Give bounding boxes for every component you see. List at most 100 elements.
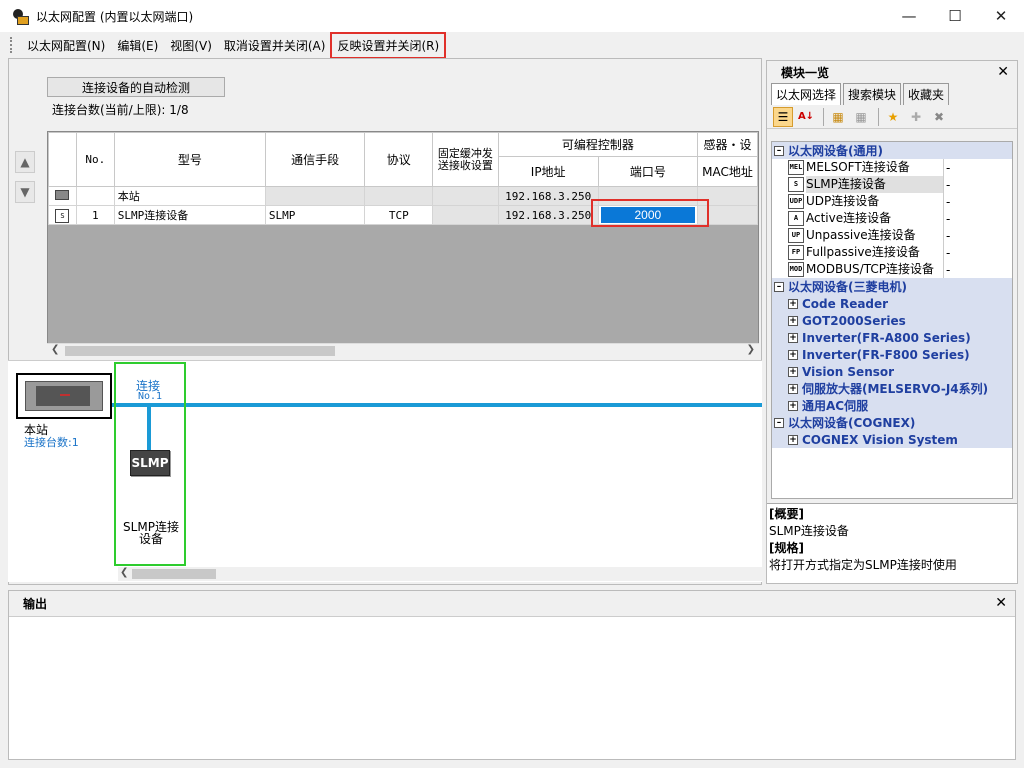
expand-icon[interactable]: +	[788, 366, 798, 377]
fullpassive-icon: FP	[788, 245, 804, 260]
col-header-protocol[interactable]: 协议	[364, 132, 434, 187]
list-item[interactable]: A Active连接设备 -	[772, 210, 1012, 227]
module-list-header: 模块一览 ✕	[767, 61, 1017, 83]
subcategory-item[interactable]: + Inverter(FR-A800 Series)	[772, 329, 1012, 346]
toolbar-grip-icon[interactable]	[10, 37, 14, 53]
close-icon[interactable]: ✕	[995, 595, 1007, 611]
module-list-toolbar: ☰ A↓ ▦ ▦ ★ ✚ ✖	[767, 105, 1017, 129]
move-up-icon[interactable]: ▲	[15, 151, 35, 173]
output-pane: 输出 ✕	[8, 590, 1016, 760]
sort-category-icon[interactable]: ☰	[773, 106, 793, 127]
close-button[interactable]: ✕	[978, 0, 1024, 32]
auto-detect-button[interactable]: 连接设备的自动检测	[47, 77, 225, 97]
subcategory-item[interactable]: + GOT2000Series	[772, 312, 1012, 329]
close-icon[interactable]: ✕	[997, 64, 1009, 80]
list-item[interactable]: FP Fullpassive连接设备 -	[772, 244, 1012, 261]
slmp-icon: S	[788, 177, 804, 192]
grid-horizontal-scrollbar[interactable]: ❮ ❯	[47, 343, 759, 357]
subcategory-item[interactable]: + Inverter(FR-F800 Series)	[772, 346, 1012, 363]
menu-ethernet-config[interactable]: 以太网配置(N)	[22, 34, 110, 57]
col-header-no[interactable]: No.	[75, 132, 115, 187]
maximize-button[interactable]: ☐	[932, 0, 978, 32]
diagram-horizontal-scrollbar[interactable]: ❮	[118, 567, 762, 581]
subcategory-label: 伺服放大器(MELSERVO-J4系列)	[802, 382, 989, 396]
add-favorite-icon[interactable]: ✚	[906, 107, 926, 127]
col-header-model[interactable]: 型号	[113, 132, 266, 187]
list-item[interactable]: UDP UDP连接设备 -	[772, 193, 1012, 210]
list-item[interactable]: S SLMP连接设备 -	[772, 176, 1012, 193]
menu-cancel-close[interactable]: 取消设置并关闭(A)	[219, 34, 331, 57]
col-header-fixed-buffer[interactable]: 固定缓冲发送接收设置	[432, 132, 499, 187]
toolbar-separator	[823, 107, 824, 126]
expand-icon[interactable]: +	[788, 298, 798, 309]
expand-icon[interactable]: +	[788, 434, 798, 445]
menu-bar: 以太网配置(N) 编辑(E) 视图(V) 取消设置并关闭(A) 反映设置并关闭(…	[0, 31, 1024, 59]
tab-ethernet-select[interactable]: 以太网选择	[771, 83, 842, 105]
favorite-star-icon[interactable]: ★	[883, 107, 903, 127]
col-header-ip[interactable]: IP地址	[497, 156, 599, 187]
overview-label: [概要]	[769, 507, 804, 521]
cell-comm[interactable]: SLMP	[264, 205, 366, 225]
cell-protocol	[364, 186, 434, 206]
cell-protocol[interactable]: TCP	[364, 205, 434, 225]
host-station-icon	[48, 186, 77, 206]
host-connection-count: 连接台数:1	[24, 436, 79, 449]
col-header-comm[interactable]: 通信手段	[264, 132, 366, 187]
item-label: Unpassive连接设备	[806, 227, 944, 244]
subcategory-item[interactable]: + COGNEX Vision System	[772, 431, 1012, 448]
expand-icon[interactable]: +	[788, 332, 798, 343]
subcategory-item[interactable]: + Vision Sensor	[772, 363, 1012, 380]
expand-icon[interactable]: +	[788, 400, 798, 411]
tab-search-module[interactable]: 搜索模块	[843, 83, 902, 105]
subcategory-label: GOT2000Series	[802, 313, 906, 328]
list-item[interactable]: MOD MODBUS/TCP连接设备 -	[772, 261, 1012, 278]
overview-text: SLMP连接设备	[769, 524, 849, 538]
scrollbar-thumb[interactable]	[65, 346, 335, 356]
subcategory-label: Inverter(FR-A800 Series)	[802, 330, 971, 345]
slmp-device-icon[interactable]: SLMP	[130, 450, 170, 476]
category-generic[interactable]: – 以太网设备(通用)	[772, 142, 1012, 159]
item-value: -	[946, 194, 951, 209]
list-item[interactable]: UP Unpassive连接设备 -	[772, 227, 1012, 244]
collapse-all-icon[interactable]: ▦	[851, 107, 871, 127]
collapse-icon[interactable]: –	[774, 281, 784, 292]
output-header: 输出 ✕	[9, 591, 1015, 617]
expand-icon[interactable]: +	[788, 383, 798, 394]
col-header-port[interactable]: 端口号	[597, 156, 699, 187]
module-description: [概要] SLMP连接设备 [规格] 将打开方式指定为SLMP连接时使用	[767, 503, 1017, 583]
expand-all-icon[interactable]: ▦	[828, 107, 848, 127]
list-item[interactable]: MEL MELSOFT连接设备 -	[772, 159, 1012, 176]
item-value: -	[946, 228, 951, 243]
cell-model: 本站	[113, 186, 266, 206]
tab-favorites[interactable]: 收藏夹	[903, 83, 950, 105]
collapse-icon[interactable]: –	[774, 417, 784, 428]
category-mitsubishi[interactable]: – 以太网设备(三菱电机)	[772, 278, 1012, 295]
collapse-icon[interactable]: –	[774, 145, 784, 156]
toolbar-separator	[878, 107, 879, 126]
host-station-node[interactable]	[16, 373, 112, 419]
subcategory-item[interactable]: + 通用AC伺服	[772, 397, 1012, 414]
modbus-icon: MOD	[788, 262, 804, 277]
module-tree: – 以太网设备(通用) MEL MELSOFT连接设备 - S SLMP连接设备 - UD…	[771, 141, 1013, 499]
menu-edit[interactable]: 编辑(E)	[112, 34, 163, 57]
cell-fixed-buffer[interactable]	[432, 205, 499, 225]
expand-icon[interactable]: +	[788, 315, 798, 326]
scroll-left-icon[interactable]: ❮	[51, 344, 59, 355]
expand-icon[interactable]: +	[788, 349, 798, 360]
col-header-mac[interactable]: MAC地址	[697, 156, 758, 187]
menu-view[interactable]: 视图(V)	[165, 34, 217, 57]
subcategory-item[interactable]: + Code Reader	[772, 295, 1012, 312]
move-down-icon[interactable]: ▼	[15, 181, 35, 203]
minimize-button[interactable]: —	[886, 0, 932, 32]
scroll-right-icon[interactable]: ❯	[747, 344, 755, 355]
col-group-plc: 可编程控制器	[497, 132, 699, 157]
subcategory-item[interactable]: + 伺服放大器(MELSERVO-J4系列)	[772, 380, 1012, 397]
category-cognex[interactable]: – 以太网设备(COGNEX)	[772, 414, 1012, 431]
scroll-left-icon[interactable]: ❮	[120, 567, 128, 578]
menu-apply-close[interactable]: 反映设置并关闭(R)	[330, 31, 447, 59]
sort-az-icon[interactable]: A↓	[796, 107, 816, 127]
scrollbar-thumb[interactable]	[132, 569, 216, 579]
cell-model[interactable]: SLMP连接设备	[113, 205, 266, 225]
delete-icon[interactable]: ✖	[929, 107, 949, 127]
title-bar: 以太网配置 (内置以太网端口) — ☐ ✕	[0, 0, 1024, 32]
